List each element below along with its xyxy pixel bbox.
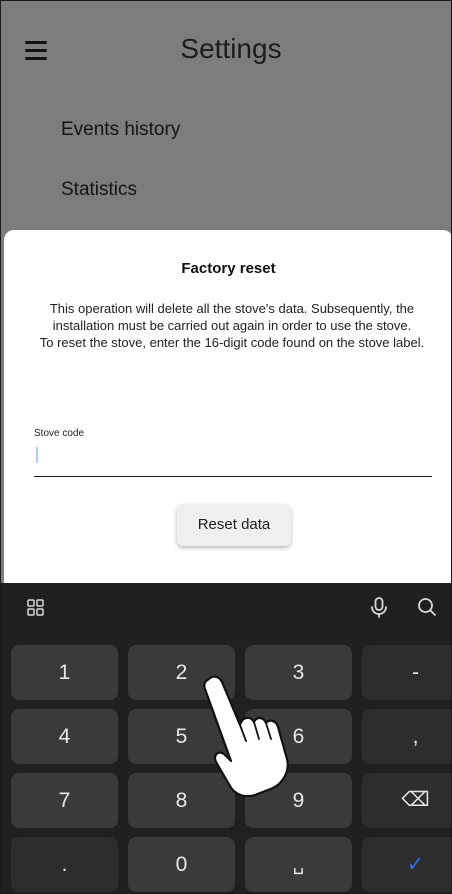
stove-code-label: Stove code [34, 428, 85, 439]
text-caret [36, 447, 38, 463]
key-2[interactable]: 2 [128, 645, 235, 700]
key-comma[interactable]: , [362, 709, 451, 764]
key-9[interactable]: 9 [245, 773, 352, 828]
key-4[interactable]: 4 [11, 709, 118, 764]
key-8[interactable]: 8 [128, 773, 235, 828]
key-3[interactable]: 3 [245, 645, 352, 700]
search-icon[interactable] [413, 593, 441, 621]
key-period[interactable]: . [11, 837, 118, 892]
key-minus[interactable]: - [362, 645, 451, 700]
key-7[interactable]: 7 [11, 773, 118, 828]
dialog-body-instruction: To reset the stove, enter the 16-digit c… [39, 335, 425, 350]
numeric-keyboard: 1 2 3 - 4 5 6 , 7 8 9 ⌫ . 0 ␣ ✓ [1, 583, 451, 893]
dialog-body-warning: This operation will delete all the stove… [49, 301, 415, 333]
reset-data-button[interactable]: Reset data [177, 504, 291, 546]
apps-grid-icon[interactable] [23, 593, 51, 621]
keyboard-toolbar [1, 583, 451, 633]
menu-item-statistics[interactable]: Statistics [61, 179, 137, 201]
key-0[interactable]: 0 [128, 837, 235, 892]
phone-screen: Settings Events history Statistics Facto… [0, 0, 452, 894]
page-title: Settings [180, 33, 282, 64]
dialog-title: Factory reset [181, 260, 276, 277]
microphone-icon[interactable] [365, 593, 393, 621]
stove-code-input[interactable] [34, 442, 432, 477]
backspace-key[interactable]: ⌫ [362, 773, 451, 828]
dialog-body: This operation will delete all the stove… [30, 300, 434, 351]
app-bar: Settings [1, 1, 451, 101]
space-key[interactable]: ␣ [245, 837, 352, 892]
factory-reset-dialog: Factory reset This operation will delete… [4, 230, 451, 590]
key-6[interactable]: 6 [245, 709, 352, 764]
key-5[interactable]: 5 [128, 709, 235, 764]
menu-item-events-history[interactable]: Events history [61, 119, 180, 141]
key-1[interactable]: 1 [11, 645, 118, 700]
done-key[interactable]: ✓ [362, 837, 451, 892]
